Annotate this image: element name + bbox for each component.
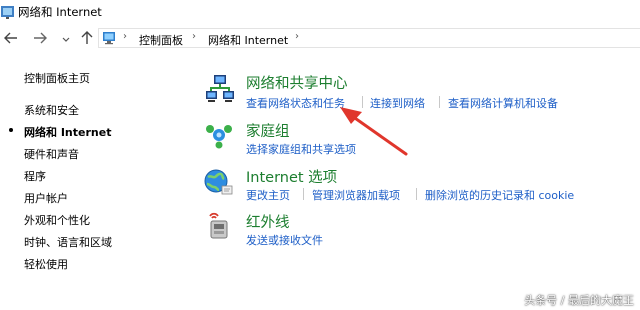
- annotation-arrow: [340, 107, 408, 156]
- watermark-text: 头条号 / 最后的大魔王: [524, 294, 634, 307]
